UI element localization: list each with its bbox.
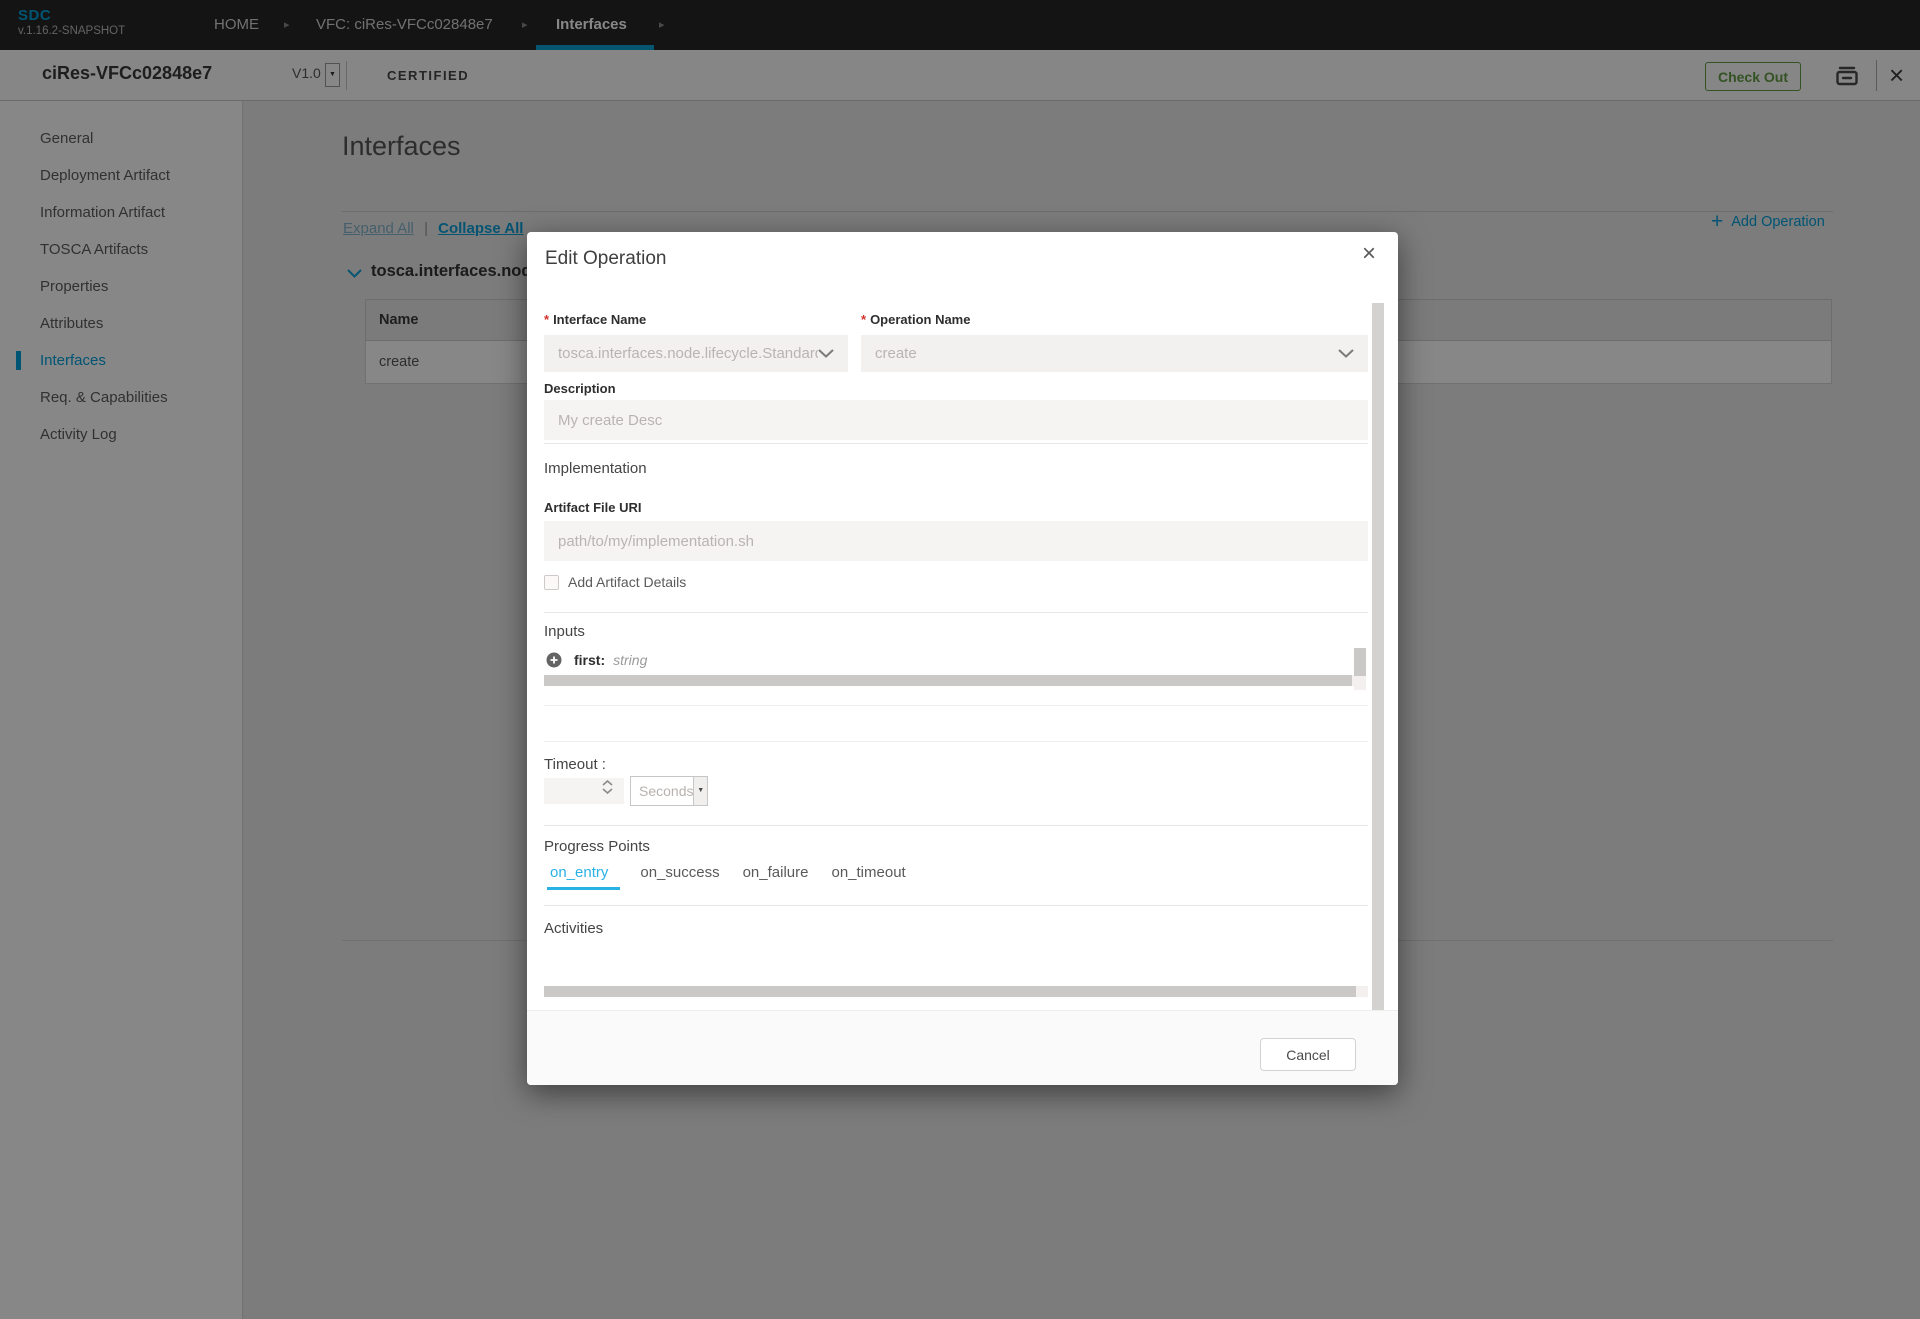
artifact-file-uri-input[interactable] [544,521,1368,561]
timeout-unit-select[interactable]: Seconds ▼ [630,776,708,806]
input-param-type: string [613,652,647,668]
artifact-file-uri-label: Artifact File URI [544,500,642,515]
interface-name-select[interactable]: tosca.interfaces.node.lifecycle.Standard [544,335,848,372]
page: SDC v.1.16.2-SNAPSHOT HOME ▸ VFC: ciRes-… [0,0,1920,1319]
divider [544,443,1368,444]
inputs-vertical-scrollbar[interactable] [1354,648,1366,676]
progress-points-title: Progress Points [544,838,650,855]
divider [544,612,1368,613]
description-label: Description [544,381,616,396]
inputs-horizontal-scrollbar[interactable] [544,675,1352,686]
progress-points-tabs: on_entry on_success on_failure on_timeou… [547,864,909,890]
operation-name-select[interactable]: create [861,335,1368,372]
input-param-name: first: [574,652,605,668]
number-stepper-icon[interactable] [602,780,613,794]
dropdown-arrow-icon: ▼ [693,777,707,805]
required-asterisk: * [544,312,549,327]
description-input[interactable] [544,400,1368,440]
input-parameter-row: first: string [546,652,647,668]
activities-section-title: Activities [544,920,603,937]
tab-on-failure[interactable]: on_failure [740,864,812,890]
plus-circle-icon[interactable] [546,652,562,668]
inputs-section-title: Inputs [544,623,585,640]
modal-footer: Cancel [527,1010,1398,1085]
row-divider [544,705,1368,706]
add-artifact-details-row[interactable]: Add Artifact Details [544,574,686,590]
modal-vertical-scrollbar[interactable] [1372,303,1384,1010]
modal-title: Edit Operation [545,248,666,270]
operation-name-label: *Operation Name [861,312,970,327]
divider [544,825,1368,826]
row-divider [544,741,1368,742]
tab-on-timeout[interactable]: on_timeout [828,864,908,890]
timeout-label: Timeout : [544,756,606,773]
inputs-vertical-scrollbar-track [1354,648,1366,690]
chevron-down-icon [1338,345,1354,363]
edit-operation-modal: Edit Operation × *Interface Name *Operat… [527,232,1398,1085]
chevron-down-icon [818,345,834,363]
required-asterisk: * [861,312,866,327]
activities-horizontal-scrollbar-track [1356,986,1368,997]
cancel-button[interactable]: Cancel [1260,1038,1356,1071]
implementation-section-title: Implementation [544,460,647,477]
add-artifact-details-label: Add Artifact Details [568,574,686,590]
add-artifact-details-checkbox[interactable] [544,575,559,590]
divider [544,905,1368,906]
activities-horizontal-scrollbar[interactable] [544,986,1356,997]
close-icon[interactable]: × [1362,240,1376,268]
interface-name-label: *Interface Name [544,312,646,327]
tab-on-entry[interactable]: on_entry [547,864,620,890]
tab-on-success[interactable]: on_success [637,864,722,890]
